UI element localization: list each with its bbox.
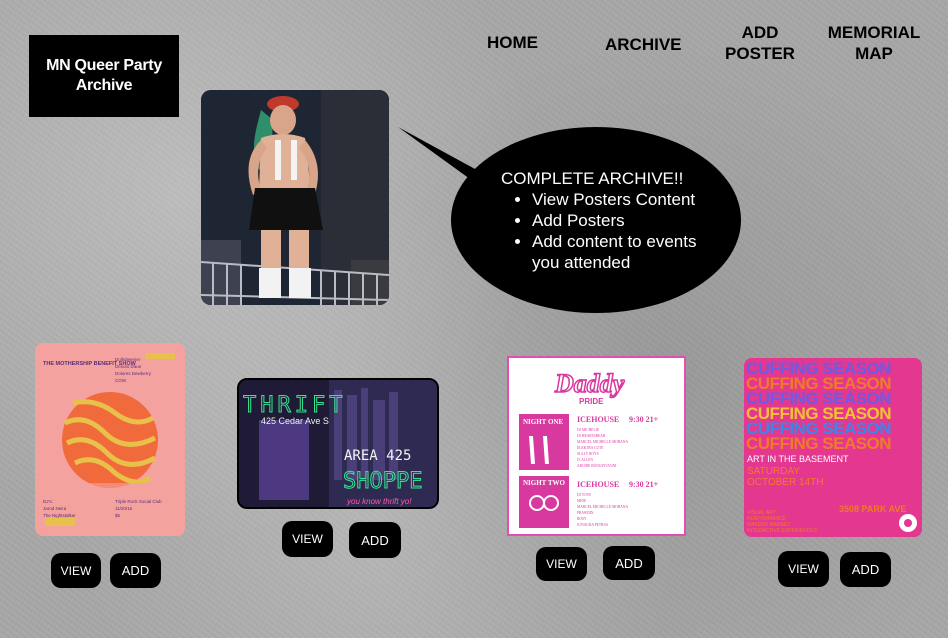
add-button[interactable]: ADD (349, 522, 401, 558)
poster-thrift-line3: AREA 425 (344, 448, 411, 464)
poster-mothership-date: 11/20/16 (115, 506, 133, 511)
feature-item: Add content to events you attended (532, 231, 722, 273)
poster-thrift-line4: SHOPPE (343, 469, 422, 494)
poster-daddy-lineup: PRAWDIN (577, 511, 594, 515)
logo-text: MN Queer Party Archive (46, 57, 162, 94)
poster-cuffing-art: CUFFING SEASON CUFFING SEASON CUFFING SE… (744, 358, 922, 537)
poster-daddy-lineup: MARCEL MICHELLE-MORANA (577, 505, 628, 509)
poster-daddy-time: 9:30 21+ (629, 480, 659, 489)
poster-cuffing-season[interactable]: CUFFING SEASON CUFFING SEASON CUFFING SE… (744, 358, 922, 537)
poster-daddy-subtitle: PRIDE (579, 397, 604, 406)
poster-daddy-venue: ICEHOUSE (577, 415, 619, 424)
poster-daddy-night-two: NIGHT TWO (523, 479, 566, 487)
poster-thrift-line1: THRIFT (243, 393, 346, 418)
feature-item: View Posters Content (532, 189, 722, 210)
poster-daddy-lineup: DJ MICHELIE (577, 428, 600, 432)
poster-daddy-lineup: ARCHIE BONGIOVANNI (577, 464, 617, 468)
add-button[interactable]: ADD (110, 553, 161, 588)
nav-archive[interactable]: ARCHIVE (605, 34, 682, 55)
view-button[interactable]: VIEW (51, 553, 101, 588)
poster-cuffing-address: 3508 PARK AVE (839, 504, 906, 514)
site-logo[interactable]: MN Queer Party Archive (29, 35, 179, 117)
add-button[interactable]: ADD (840, 552, 891, 587)
poster-daddy-lineup: DJ YONI (577, 493, 592, 497)
poster-daddy-lineup: JUNAUDA PETRUS (577, 523, 608, 527)
poster-thrift-line5: you know thrift yo! (346, 497, 412, 506)
poster-daddy-art: Daddy PRIDE NIGHT ONE NIGHT TWO ICEHOUSE… (509, 358, 684, 534)
hero-photo (201, 90, 389, 305)
poster-cuffing-feature: INTERACTIVE EXPERIENCES (747, 528, 818, 534)
poster-mothership-performer: Dolores Dewberry (115, 371, 152, 376)
poster-cuffing-event: ART IN THE BASEMENT (747, 454, 849, 464)
view-button[interactable]: VIEW (282, 521, 333, 557)
speech-bubble-text: COMPLETE ARCHIVE!! View Posters Content … (501, 168, 722, 273)
poster-mothership-price: $5 (115, 513, 121, 518)
view-button[interactable]: VIEW (778, 551, 829, 587)
poster-mothership-art: THE MOTHERSHIP BENEFIT SHOW Dollsdeemer … (35, 343, 185, 536)
view-button[interactable]: VIEW (536, 547, 587, 581)
nav-add-poster-line2: POSTER (725, 44, 795, 63)
poster-daddy-lineup: D. ALLEN (577, 458, 593, 462)
archive-headline: COMPLETE ARCHIVE!! (501, 169, 684, 188)
poster-daddy-lineup: SULLY BOYS (577, 452, 599, 456)
poster-mothership-performer: Desoto Daun (115, 364, 142, 369)
poster-thrift-address: 425 Cedar Ave S (261, 416, 329, 426)
nav-memorial-line2: MAP (855, 44, 893, 63)
nav-memorial-line1: MEMORIAL (827, 23, 921, 42)
poster-mothership-performer: Dollsdeemer (115, 357, 141, 362)
poster-daddy-lineup: ELEKTRA CUTE (577, 446, 604, 450)
poster-daddy-pride[interactable]: Daddy PRIDE NIGHT ONE NIGHT TWO ICEHOUSE… (507, 356, 686, 536)
performer-illustration (201, 90, 389, 305)
poster-cuffing-date: OCTOBER 14TH (747, 477, 824, 488)
nav-memorial-map[interactable]: MEMORIAL MAP (823, 22, 925, 64)
poster-mothership-djs: DJ's: (43, 499, 53, 504)
poster-daddy-lineup: DJ HEARTSBEAR (577, 434, 606, 438)
poster-cuffing-day: SATURDAY (747, 466, 800, 477)
poster-mothership-dj: Jarod Neira (43, 506, 67, 511)
poster-mothership-venue: Triple Rock Social Club (115, 499, 162, 504)
poster-thrift-shoppe[interactable]: THRIFT 425 Cedar Ave S AREA 425 SHOPPE y… (237, 378, 439, 509)
poster-daddy-venue: ICEHOUSE (577, 480, 619, 489)
feature-list: View Posters Content Add Posters Add con… (501, 189, 722, 273)
nav-home[interactable]: HOME (487, 32, 538, 53)
poster-mothership-performer: COW (115, 378, 127, 383)
poster-mothership[interactable]: THE MOTHERSHIP BENEFIT SHOW Dollsdeemer … (35, 343, 185, 536)
poster-daddy-time: 9:30 21+ (629, 415, 659, 424)
poster-daddy-title: Daddy (554, 369, 625, 398)
poster-mothership-dj: The Nightstalker (43, 513, 76, 518)
poster-thrift-art: THRIFT 425 Cedar Ave S AREA 425 SHOPPE y… (239, 380, 437, 507)
poster-daddy-night-one: NIGHT ONE (523, 418, 563, 426)
feature-item: Add Posters (532, 210, 722, 231)
poster-daddy-lineup: MIDE (577, 499, 587, 503)
nav-add-poster-line1: ADD (741, 23, 779, 42)
poster-daddy-lineup: MARCEL MICHELLE-MORANA (577, 440, 628, 444)
poster-daddy-lineup: ROSY (577, 517, 587, 521)
add-button[interactable]: ADD (603, 546, 655, 580)
nav-add-poster[interactable]: ADD POSTER (722, 22, 798, 64)
poster-cuffing-repeat: CUFFING SEASON (746, 434, 891, 453)
